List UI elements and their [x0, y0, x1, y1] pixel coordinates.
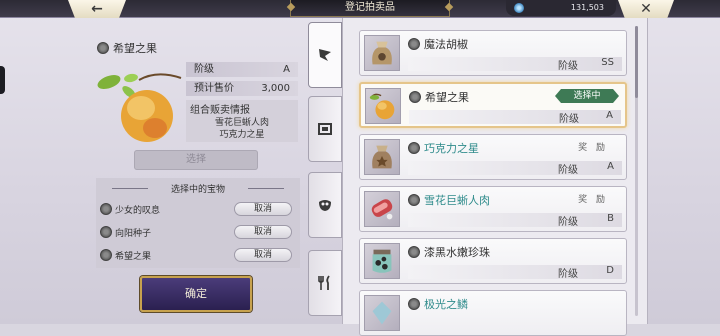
list-item[interactable]: 魔法胡椒 阶级 SS: [359, 30, 627, 76]
reward-tag: 奖 励: [578, 195, 608, 205]
grade-value: A: [283, 64, 290, 75]
item-name: 希望之果: [409, 89, 469, 105]
item-type-icon: [100, 226, 112, 238]
cancel-button[interactable]: 取消: [234, 225, 292, 239]
grade-value: D: [606, 265, 614, 276]
pepper-sack-icon: [364, 35, 400, 71]
grade-label: 阶级: [558, 165, 578, 176]
hope-fruit-icon: [97, 73, 182, 142]
grade-label: 阶级: [558, 217, 578, 228]
select-button[interactable]: 选择: [134, 150, 258, 170]
item-type-icon: [97, 42, 109, 54]
hope-fruit-icon: [365, 88, 401, 124]
list-item[interactable]: 雪花巨蜥人肉 奖 励 阶级 B: [359, 186, 627, 232]
item-grade-row: 阶级 SS: [408, 57, 622, 72]
item-type-icon: [408, 246, 420, 258]
price-value: 3,000: [261, 83, 290, 94]
item-name: 极光之鳞: [408, 296, 468, 312]
chosen-item: 希望之果 取消: [100, 246, 296, 264]
item-type-icon: [408, 298, 420, 310]
list-scrollbar[interactable]: [635, 26, 638, 316]
combo-label: 组合贩卖情报: [190, 105, 250, 116]
close-icon: ✕: [640, 1, 652, 17]
item-name-text: 魔法胡椒: [424, 38, 468, 51]
chosen-item: 少女的叹息 取消: [100, 200, 296, 218]
screen-notch: [0, 66, 5, 94]
lizard-meat-icon: [364, 191, 400, 227]
close-button[interactable]: ✕: [618, 0, 674, 18]
detail-item-name: 希望之果: [113, 42, 157, 55]
tab-food[interactable]: [308, 250, 342, 316]
page-title: 登记拍卖品: [290, 0, 450, 17]
item-name-text: 希望之果: [425, 91, 469, 104]
item-name: 雪花巨蜥人肉: [408, 192, 490, 208]
price-row: 预计售价 3,000: [186, 81, 298, 96]
scrollbar-thumb[interactable]: [635, 26, 638, 98]
list-item-selected[interactable]: 希望之果 选择中 阶级 A: [359, 82, 627, 128]
grade-value: A: [606, 110, 613, 121]
item-grade-row: 阶级 B: [408, 213, 622, 228]
item-grade-row: 阶级 A: [409, 110, 621, 125]
item-name-text: 巧克力之星: [424, 142, 479, 155]
chosen-item-name: 向阳种子: [115, 228, 152, 239]
grade-label: 阶级: [558, 61, 578, 72]
tab-seasoning[interactable]: [308, 22, 342, 88]
grade-row: 阶级 A: [186, 62, 298, 77]
item-name: 漆黑水嫩珍珠: [408, 244, 490, 260]
pennant-icon: [319, 49, 331, 61]
grade-value: B: [607, 213, 614, 224]
mask-icon: [319, 200, 331, 211]
detail-title: 希望之果: [97, 40, 157, 56]
item-name: 巧克力之星: [408, 140, 479, 156]
item-type-icon: [408, 142, 420, 154]
grade-value: SS: [601, 57, 614, 68]
list-item[interactable]: 巧克力之星 奖 励 阶级 A: [359, 134, 627, 180]
cancel-button[interactable]: 取消: [234, 202, 292, 216]
utensils-icon: [318, 275, 330, 290]
grade-label: 阶级: [559, 114, 579, 125]
combo-info-box: 组合贩卖情报 雪花巨蜥人肉 巧克力之星: [186, 100, 298, 142]
list-item[interactable]: 极光之鳞: [359, 290, 627, 336]
currency-amount: 131,503: [570, 3, 604, 12]
grade-label: 阶级: [558, 269, 578, 280]
currency-display: 131,503: [506, 0, 616, 16]
back-arrow-icon: ←: [91, 1, 103, 17]
reward-tag: 奖 励: [578, 143, 608, 153]
frame-icon: [318, 123, 332, 135]
item-type-icon: [408, 38, 420, 50]
chosen-title: 选择中的宝物: [96, 182, 300, 195]
tab-mask[interactable]: [308, 172, 342, 238]
grade-label: 阶级: [194, 64, 214, 75]
chosen-items-panel: 选择中的宝物 少女的叹息 取消 向阳种子 取消 希望之果 取消: [96, 178, 300, 268]
cancel-button[interactable]: 取消: [234, 248, 292, 262]
item-list-panel: 魔法胡椒 阶级 SS 希望之果 选择中 阶级 A 巧克力之星 奖 励 阶级 A …: [342, 18, 648, 336]
gem-icon: [514, 3, 524, 13]
chosen-item: 向阳种子 取消: [100, 223, 296, 241]
chosen-item-name: 少女的叹息: [115, 205, 161, 216]
selected-tag: 选择中: [555, 89, 619, 103]
item-type-icon: [100, 203, 112, 215]
item-grade-row: 阶级 D: [408, 265, 622, 280]
back-button[interactable]: ←: [68, 0, 126, 18]
confirm-button[interactable]: 确定: [140, 276, 252, 312]
tab-frame[interactable]: [308, 96, 342, 162]
grade-value: A: [607, 161, 614, 172]
item-type-icon: [408, 194, 420, 206]
list-item[interactable]: 漆黑水嫩珍珠 阶级 D: [359, 238, 627, 284]
item-type-icon: [100, 249, 112, 261]
item-name: 魔法胡椒: [408, 36, 468, 52]
combo-item: 巧克力之星: [219, 130, 265, 140]
chosen-item-name: 希望之果: [115, 251, 152, 262]
chocolate-sack-icon: [364, 139, 400, 175]
item-name-text: 极光之鳞: [424, 298, 468, 311]
item-name-text: 漆黑水嫩珍珠: [424, 246, 490, 259]
item-type-icon: [409, 91, 421, 103]
item-grade-row: 阶级 A: [408, 161, 622, 176]
item-name-text: 雪花巨蜥人肉: [424, 194, 490, 207]
pearl-jar-icon: [364, 243, 400, 279]
aurora-scale-icon: [364, 295, 400, 331]
price-label: 预计售价: [194, 83, 234, 94]
